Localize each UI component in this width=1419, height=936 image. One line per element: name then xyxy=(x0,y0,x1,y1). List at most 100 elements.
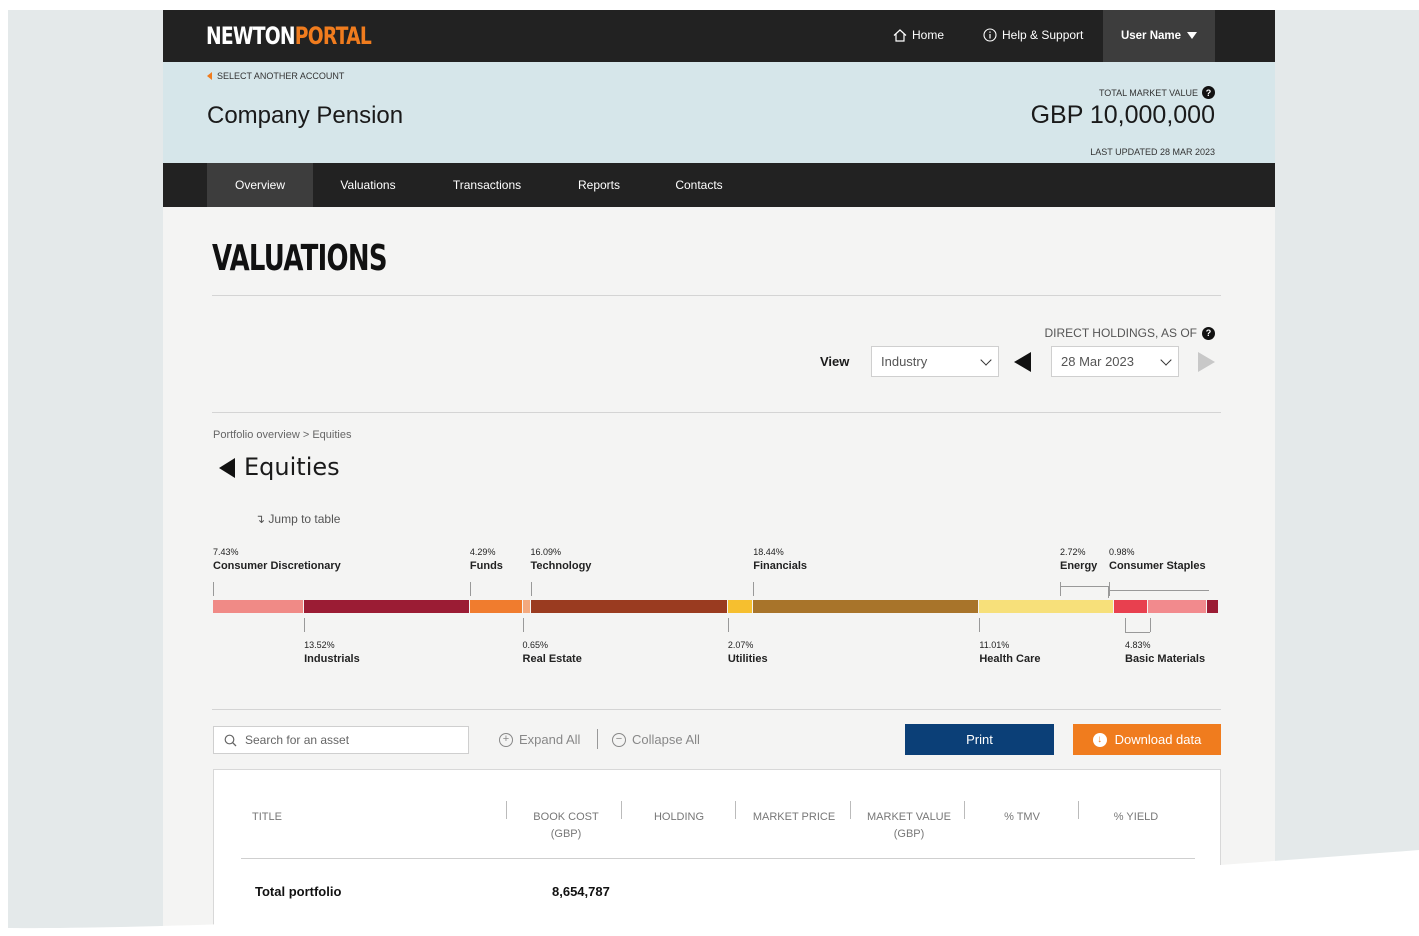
section-title: Equities xyxy=(244,453,340,481)
segment-label-consumer-discretionary: 7.43% Consumer Discretionary xyxy=(213,547,341,572)
bar-segment-basic-materials[interactable] xyxy=(1147,600,1206,613)
tab-valuations[interactable]: Valuations xyxy=(318,163,418,207)
download-data-button[interactable]: ↓ Download data xyxy=(1073,724,1221,755)
search-icon xyxy=(224,734,237,746)
collapse-all-button[interactable]: − Collapse All xyxy=(612,732,700,747)
label-leader-line xyxy=(1109,582,1110,596)
segment-label-industrials: 13.52% Industrials xyxy=(304,640,360,665)
label-leader-line xyxy=(530,582,532,596)
column-header-title[interactable]: TITLE xyxy=(252,809,282,826)
breadcrumb[interactable]: Portfolio overview > Equities xyxy=(213,429,351,441)
bar-segment-utilities[interactable] xyxy=(727,600,753,613)
bar-segment-consumer-staples[interactable] xyxy=(1206,600,1218,613)
bar-segment-health-care[interactable] xyxy=(979,600,1114,613)
caret-down-icon xyxy=(1187,32,1198,39)
column-header-market-price[interactable]: MARKET PRICE xyxy=(740,809,848,826)
total-book-cost: 8,654,787 xyxy=(552,884,610,899)
total-market-value: GBP 10,000,000 xyxy=(1030,101,1215,129)
tab-contacts[interactable]: Contacts xyxy=(649,163,749,207)
select-another-account-label: SELECT ANOTHER ACCOUNT xyxy=(217,71,345,81)
view-label: View xyxy=(820,354,850,369)
column-header-line: HOLDING xyxy=(653,811,705,823)
home-icon xyxy=(893,28,907,42)
search-input[interactable]: Search for an asset xyxy=(213,726,469,754)
tab-transactions[interactable]: Transactions xyxy=(437,163,537,207)
column-header-pct-yield[interactable]: % YIELD xyxy=(1086,809,1186,826)
jump-arrow-icon: ↴ xyxy=(255,512,266,526)
segment-name: Energy xyxy=(1060,560,1098,572)
segment-name: Health Care xyxy=(979,653,1041,665)
expand-all-button[interactable]: + Expand All xyxy=(499,732,580,747)
label-leader-line xyxy=(727,618,729,632)
date-select[interactable]: 28 Mar 2023 xyxy=(1051,346,1179,377)
jump-to-table-link[interactable]: ↴ Jump to table xyxy=(255,512,340,526)
segment-percent: 11.01% xyxy=(979,640,1010,650)
label-leader-line xyxy=(304,618,306,632)
plus-circle-icon: + xyxy=(499,732,513,747)
bar-segment-real-estate[interactable] xyxy=(522,600,530,613)
segment-label-financials: 18.44% Financials xyxy=(753,547,807,572)
download-icon: ↓ xyxy=(1092,732,1107,747)
bar-segment-consumer-discretionary[interactable] xyxy=(213,600,304,613)
page-title: VALUATIONS xyxy=(212,238,387,279)
divider xyxy=(212,295,1221,296)
next-date-arrow-icon xyxy=(1198,352,1215,372)
help-icon[interactable]: ? xyxy=(1202,86,1215,99)
segment-name: Consumer Discretionary xyxy=(213,560,341,572)
last-updated: LAST UPDATED 28 MAR 2023 xyxy=(1090,147,1215,157)
label-leader-line xyxy=(979,618,981,632)
expand-all-label: Expand All xyxy=(519,732,581,747)
bar-segment-financials[interactable] xyxy=(753,600,979,613)
info-icon xyxy=(983,28,997,42)
column-separator xyxy=(621,801,622,819)
help-support-link[interactable]: Help & Support xyxy=(983,28,1083,42)
total-market-value-label: TOTAL MARKET VALUE ? xyxy=(1099,86,1215,99)
segment-name: Technology xyxy=(530,560,592,572)
select-another-account-link[interactable]: SELECT ANOTHER ACCOUNT xyxy=(207,71,344,81)
segment-name: Financials xyxy=(753,560,808,572)
portal-window: NEWTONPORTAL Home Help & Support User Na… xyxy=(163,10,1275,936)
allocation-bar xyxy=(213,600,1219,613)
segment-name: Real Estate xyxy=(522,653,582,665)
segment-name: Consumer Staples xyxy=(1109,560,1206,572)
previous-date-arrow-icon[interactable] xyxy=(1014,352,1031,372)
top-bar: NEWTONPORTAL Home Help & Support User Na… xyxy=(163,10,1275,62)
collapse-all-label: Collapse All xyxy=(632,732,700,747)
segment-label-utilities: 2.07% Utilities xyxy=(728,640,768,665)
search-placeholder: Search for an asset xyxy=(245,733,350,747)
bar-segment-industrials[interactable] xyxy=(304,600,469,613)
tmv-label-text: TOTAL MARKET VALUE xyxy=(1098,87,1198,98)
jump-to-table-label: Jump to table xyxy=(268,512,341,526)
tab-reports[interactable]: Reports xyxy=(549,163,649,207)
label-leader-line xyxy=(469,582,471,596)
column-separator xyxy=(850,801,851,819)
chevron-down-icon xyxy=(980,354,992,366)
direct-holdings-label: DIRECT HOLDINGS, AS OF ? xyxy=(1045,326,1215,340)
segment-label-consumer-staples: 0.98% Consumer Staples xyxy=(1109,547,1206,572)
column-header-line: % YIELD xyxy=(1113,811,1159,823)
column-header-holding[interactable]: HOLDING xyxy=(629,809,729,826)
column-separator xyxy=(964,801,965,819)
user-menu[interactable]: User Name xyxy=(1103,10,1215,62)
logo-part-portal: PORTAL xyxy=(294,22,372,50)
help-icon[interactable]: ? xyxy=(1202,326,1215,340)
bar-segment-technology[interactable] xyxy=(530,600,727,613)
home-link[interactable]: Home xyxy=(893,28,944,42)
tab-overview[interactable]: Overview xyxy=(207,163,313,207)
segment-label-funds: 4.29% Funds xyxy=(470,547,503,572)
bar-segment-funds[interactable] xyxy=(469,600,522,613)
column-header-pct-tmv[interactable]: % TMV xyxy=(972,809,1072,826)
column-header-market-value[interactable]: MARKET VALUE (GBP) xyxy=(855,809,963,843)
bar-segment-energy[interactable] xyxy=(1114,600,1147,613)
print-button[interactable]: Print xyxy=(905,724,1054,755)
back-arrow-icon[interactable] xyxy=(219,458,235,478)
header-divider xyxy=(241,858,1195,859)
column-header-book-cost[interactable]: BOOK COST (GBP) xyxy=(516,809,616,843)
segment-label-basic-materials: 4.83% Basic Materials xyxy=(1125,640,1205,665)
view-select[interactable]: Industry xyxy=(871,346,999,377)
segment-percent: 4.29% xyxy=(469,547,496,557)
segment-percent: 0.65% xyxy=(522,640,549,650)
newton-portal-logo[interactable]: NEWTONPORTAL xyxy=(206,22,372,50)
segment-percent: 2.07% xyxy=(727,640,754,650)
home-label: Home xyxy=(912,28,945,42)
